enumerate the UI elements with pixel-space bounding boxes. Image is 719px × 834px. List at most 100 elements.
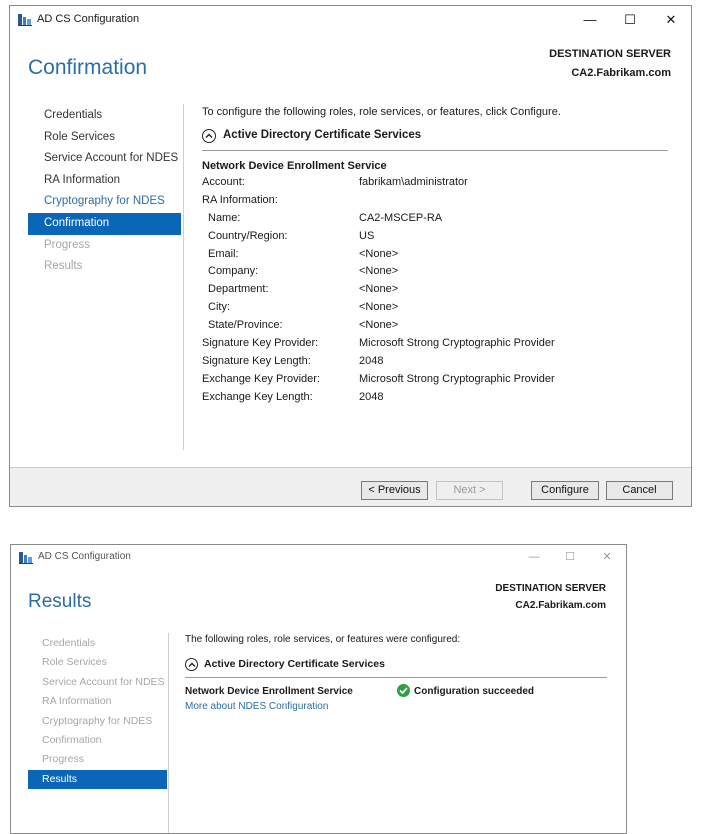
intro-text: To configure the following roles, role s… xyxy=(202,106,561,118)
section-title: Active Directory Certificate Services xyxy=(204,658,385,670)
nav-item-ra-information[interactable]: RA Information xyxy=(28,170,181,192)
result-service-name: Network Device Enrollment Service xyxy=(185,686,353,697)
nav-item-service-account-for-ndes: Service Account for NDES xyxy=(42,675,165,688)
detail-value: 2048 xyxy=(359,354,384,367)
nav-item-results: Results xyxy=(44,260,83,273)
wizard-footer: < Previous Next > Configure Cancel xyxy=(10,467,691,506)
details-list: Account: fabrikam\administrator RA Inform… xyxy=(202,174,668,407)
detail-row: Exchange Key Provider: Microsoft Strong C… xyxy=(202,371,668,389)
nav-item-confirmation: Confirmation xyxy=(42,733,102,746)
minimize-button[interactable]: — xyxy=(576,10,604,30)
detail-value: <None> xyxy=(359,283,399,296)
detail-row: City: <None> xyxy=(202,299,668,317)
detail-value: <None> xyxy=(359,265,399,278)
detail-key: State/Province: xyxy=(208,319,283,332)
nav-item-progress: Progress xyxy=(42,753,85,766)
detail-value: Microsoft Strong Cryptographic Provider xyxy=(359,372,555,385)
detail-row: Exchange Key Length: 2048 xyxy=(202,389,668,407)
detail-key: Country/Region: xyxy=(208,229,288,242)
detail-key: Department: xyxy=(208,283,269,296)
service-title: Network Device Enrollment Service xyxy=(202,160,387,172)
detail-row: RA Information: xyxy=(202,192,668,210)
detail-value: <None> xyxy=(359,319,399,332)
detail-row: Signature Key Length: 2048 xyxy=(202,353,668,371)
detail-key: Email: xyxy=(208,247,239,260)
page-title: Results xyxy=(28,591,92,612)
nav-item-role-services: Role Services xyxy=(42,656,107,669)
detail-value: CA2-MSCEP-RA xyxy=(359,211,443,224)
page-title: Confirmation xyxy=(28,56,148,79)
destination-server-name: CA2.Fabrikam.com xyxy=(515,600,606,611)
destination-server-name: CA2.Fabrikam.com xyxy=(571,67,671,79)
detail-key: Account: xyxy=(202,176,245,188)
detail-key: Signature Key Length: xyxy=(202,354,311,367)
detail-row: Department: <None> xyxy=(202,281,668,299)
detail-row: State/Province: <None> xyxy=(202,317,668,335)
result-status-text: Configuration succeeded xyxy=(414,686,535,698)
nav-item-credentials: Credentials xyxy=(42,637,96,649)
detail-row: Email: <None> xyxy=(202,246,668,264)
title-bar[interactable]: AD CS Configuration — ☐ ✕ xyxy=(11,545,626,571)
nav-divider xyxy=(168,633,169,833)
confirmation-content: To configure the following roles, role s… xyxy=(202,106,668,407)
destination-server-label: DESTINATION SERVER xyxy=(495,583,606,594)
window-title: AD CS Configuration xyxy=(38,551,131,562)
detail-row: Country/Region: US xyxy=(202,228,668,246)
detail-value: fabrikam\administrator xyxy=(359,176,468,188)
nav-item-service-account-for-ndes[interactable]: Service Account for NDES xyxy=(28,148,181,170)
previous-button[interactable]: < Previous xyxy=(361,481,428,500)
result-status: Configuration succeeded xyxy=(397,684,535,698)
minimize-button[interactable]: — xyxy=(520,547,548,567)
maximize-button[interactable]: ☐ xyxy=(616,10,644,30)
result-row: Network Device Enrollment Service Config… xyxy=(185,684,607,702)
nav-item-cryptography-for-ndes[interactable]: Cryptography for NDES xyxy=(28,191,181,213)
section-header[interactable]: Active Directory Certificate Services xyxy=(185,657,607,678)
nav-item-results[interactable]: Results xyxy=(28,769,167,790)
ad-cs-configuration-window: AD CS Configuration — ☐ ✕ DESTINATION SE… xyxy=(9,5,692,507)
detail-row: Account: fabrikam\administrator xyxy=(202,174,668,192)
collapse-chevron-icon[interactable] xyxy=(185,658,198,671)
section-header[interactable]: Active Directory Certificate Services xyxy=(202,128,668,151)
detail-row: Company: <None> xyxy=(202,263,668,281)
detail-key: RA Information: xyxy=(202,193,278,206)
detail-key: City: xyxy=(208,301,230,314)
collapse-chevron-icon[interactable] xyxy=(202,129,216,143)
maximize-button[interactable]: ☐ xyxy=(556,547,584,567)
window-title: AD CS Configuration xyxy=(37,13,140,25)
server-manager-icon xyxy=(19,551,33,564)
ad-cs-configuration-results-window: AD CS Configuration — ☐ ✕ DESTINATION SE… xyxy=(10,544,627,834)
success-check-icon xyxy=(397,684,410,697)
close-button[interactable]: ✕ xyxy=(593,547,621,567)
detail-value: Microsoft Strong Cryptographic Provider xyxy=(359,337,555,350)
detail-key: Signature Key Provider: xyxy=(202,337,319,350)
detail-row: Signature Key Provider: Microsoft Strong … xyxy=(202,335,668,353)
title-bar[interactable]: AD CS Configuration — ☐ ✕ xyxy=(10,6,691,34)
cancel-button[interactable]: Cancel xyxy=(606,481,673,500)
nav-item-role-services[interactable]: Role Services xyxy=(28,127,181,149)
section-title: Active Directory Certificate Services xyxy=(223,129,422,141)
more-about-ndes-link[interactable]: More about NDES Configuration xyxy=(185,701,607,712)
nav-divider xyxy=(183,104,184,450)
configure-button[interactable]: Configure xyxy=(531,481,599,500)
nav-item-credentials[interactable]: Credentials xyxy=(28,105,181,127)
detail-value: <None> xyxy=(359,247,399,260)
detail-value: US xyxy=(359,229,375,242)
nav-item-ra-information: RA Information xyxy=(42,695,112,708)
next-button: Next > xyxy=(436,481,503,500)
wizard-navigation: Credentials Role Services Service Accoun… xyxy=(28,634,167,790)
detail-key: Exchange Key Length: xyxy=(202,390,313,403)
detail-key: Company: xyxy=(208,265,259,278)
intro-text: The following roles, role services, or f… xyxy=(185,634,461,645)
nav-item-cryptography-for-ndes: Cryptography for NDES xyxy=(42,714,153,727)
detail-value: 2048 xyxy=(359,390,384,403)
detail-key: Exchange Key Provider: xyxy=(202,372,321,385)
destination-server-label: DESTINATION SERVER xyxy=(549,48,671,60)
server-manager-icon xyxy=(18,13,32,26)
results-content: The following roles, role services, or f… xyxy=(185,634,607,712)
nav-item-progress: Progress xyxy=(44,238,91,251)
detail-row: Name: CA2-MSCEP-RA xyxy=(202,210,668,228)
nav-item-confirmation[interactable]: Confirmation xyxy=(28,212,181,235)
wizard-navigation: Credentials Role Services Service Accoun… xyxy=(28,105,181,278)
close-button[interactable]: ✕ xyxy=(657,10,685,30)
detail-value: <None> xyxy=(359,301,399,314)
